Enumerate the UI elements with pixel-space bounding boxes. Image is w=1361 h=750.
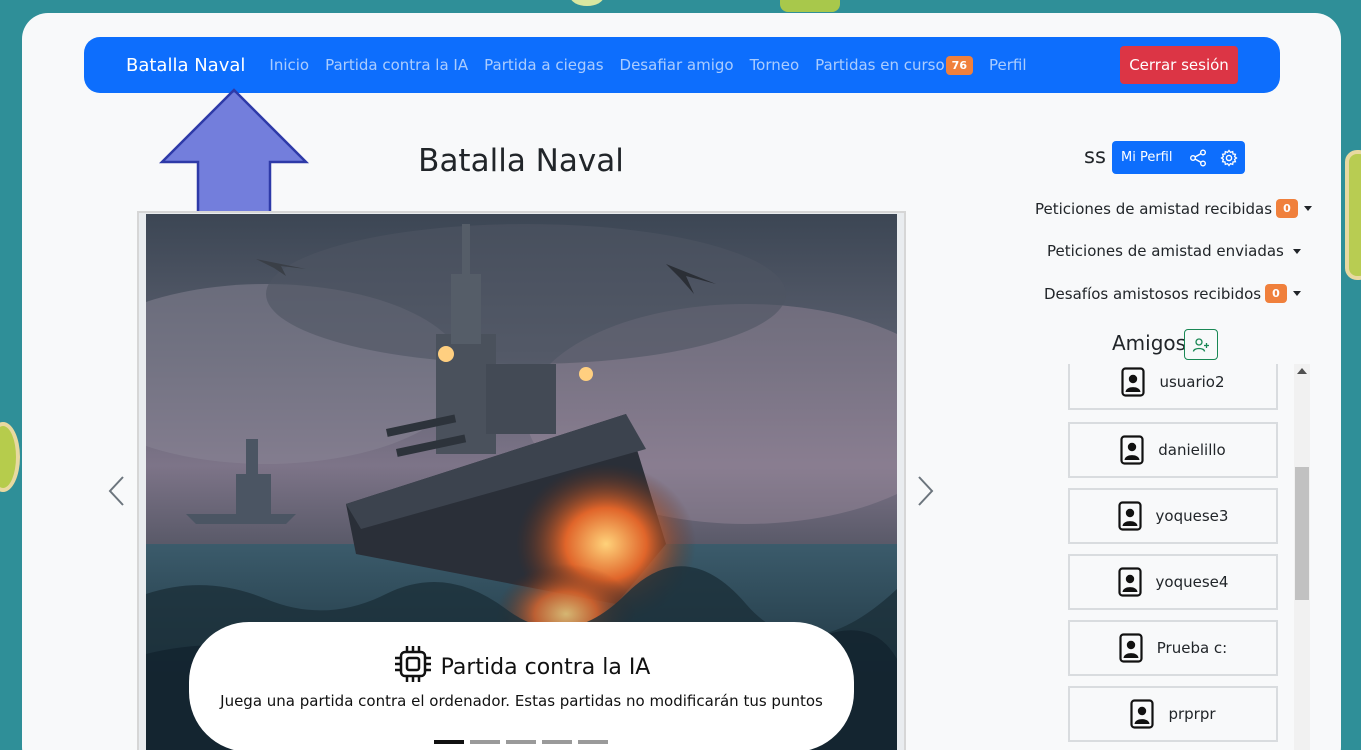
friend-item[interactable]: prprpr (1068, 686, 1278, 742)
friend-item[interactable]: danielillo (1068, 422, 1278, 478)
nav-link-partida-ciegas[interactable]: Partida a ciegas (484, 56, 603, 74)
caret-down-icon (1303, 206, 1312, 211)
scrollbar-thumb[interactable] (1295, 467, 1309, 600)
carousel-indicator[interactable] (434, 740, 464, 744)
nav-link-inicio[interactable]: Inicio (269, 56, 309, 74)
carousel-indicator[interactable] (506, 740, 536, 744)
background-island (0, 422, 20, 492)
dropdown-label: Peticiones de amistad enviadas (1047, 242, 1284, 260)
share-icon (1190, 149, 1207, 166)
navbar: Batalla Naval Inicio Partida contra la I… (84, 37, 1280, 93)
friend-name: yoquese3 (1155, 507, 1229, 525)
caret-down-icon (1292, 248, 1301, 254)
friend-requests-received-dropdown[interactable]: Peticiones de amistad recibidas 0 (1035, 199, 1312, 218)
nav-link-desafiar-amigo[interactable]: Desafiar amigo (620, 56, 734, 74)
share-button[interactable] (1183, 141, 1214, 174)
friend-item[interactable]: usuario2 (1068, 364, 1278, 410)
profile-button-group: Mi Perfil (1112, 141, 1245, 174)
friend-name: Prueba c: (1156, 639, 1228, 657)
background-island (780, 0, 840, 12)
person-badge-icon (1121, 367, 1146, 397)
friend-name: prprpr (1168, 705, 1216, 723)
caret-down-icon (1292, 291, 1301, 296)
background-island (1345, 150, 1361, 280)
my-profile-button[interactable]: Mi Perfil (1112, 150, 1183, 165)
background-island (570, 0, 604, 6)
friend-name: usuario2 (1159, 373, 1225, 391)
friend-item[interactable]: yoquese3 (1068, 488, 1278, 544)
page-title: Batalla Naval (418, 143, 624, 179)
nav-link-partidas-en-curso[interactable]: Partidas en curso 76 (815, 55, 973, 75)
gear-icon (1220, 148, 1238, 167)
friend-requests-sent-dropdown[interactable]: Peticiones de amistad enviadas (1047, 242, 1301, 260)
nav-link-label: Partidas en curso (815, 56, 945, 74)
carousel-indicator[interactable] (470, 740, 500, 744)
friend-item[interactable]: yoquese4 (1068, 554, 1278, 610)
friends-list[interactable]: usuario2 danielillo yoquese3 yoquese4 Pr… (1066, 364, 1312, 750)
add-friend-button[interactable] (1184, 329, 1218, 360)
caption-description: Juega una partida contra el ordenador. E… (220, 692, 823, 710)
dropdown-label: Desafíos amistosos recibidos (1044, 284, 1262, 303)
carousel-prev-button[interactable] (104, 474, 130, 508)
person-badge-icon (1117, 501, 1142, 531)
person-badge-icon (1120, 435, 1144, 465)
chevron-right-icon (918, 476, 934, 506)
username: ss (1084, 144, 1106, 168)
friend-name: danielillo (1158, 441, 1226, 459)
friend-name: yoquese4 (1155, 573, 1229, 591)
count-badge: 0 (1265, 284, 1287, 303)
cpu-icon (393, 644, 441, 690)
person-badge-icon (1119, 633, 1143, 663)
settings-button[interactable] (1214, 141, 1245, 174)
chevron-left-icon (108, 476, 124, 506)
carousel-indicator[interactable] (542, 740, 572, 744)
person-badge-icon (1117, 567, 1142, 597)
navbar-brand[interactable]: Batalla Naval (126, 55, 245, 76)
caption-title-text: Partida contra la IA (440, 654, 651, 680)
scroll-up-arrow-icon[interactable] (1297, 368, 1307, 374)
nav-link-perfil[interactable]: Perfil (989, 56, 1027, 74)
friendly-challenges-dropdown[interactable]: Desafíos amistosos recibidos 0 (1044, 284, 1301, 303)
carousel-indicator[interactable] (578, 740, 608, 744)
person-badge-icon (1130, 699, 1155, 729)
logout-button[interactable]: Cerrar sesión (1120, 46, 1238, 84)
add-user-icon (1192, 337, 1209, 352)
carousel-next-button[interactable] (912, 474, 938, 508)
carousel-indicators (434, 740, 608, 744)
count-badge: 0 (1276, 199, 1298, 218)
friends-title: Amigos (1112, 331, 1187, 355)
nav-link-partida-ia[interactable]: Partida contra la IA (325, 56, 468, 74)
caption-title: Partida contra la IA (189, 644, 854, 690)
nav-link-torneo[interactable]: Torneo (750, 56, 800, 74)
friend-item[interactable]: Prueba c: (1068, 620, 1278, 676)
carousel-caption: Partida contra la IA Juega una partida c… (189, 622, 854, 750)
dropdown-label: Peticiones de amistad recibidas (1035, 199, 1273, 218)
games-count-badge: 76 (945, 55, 973, 75)
